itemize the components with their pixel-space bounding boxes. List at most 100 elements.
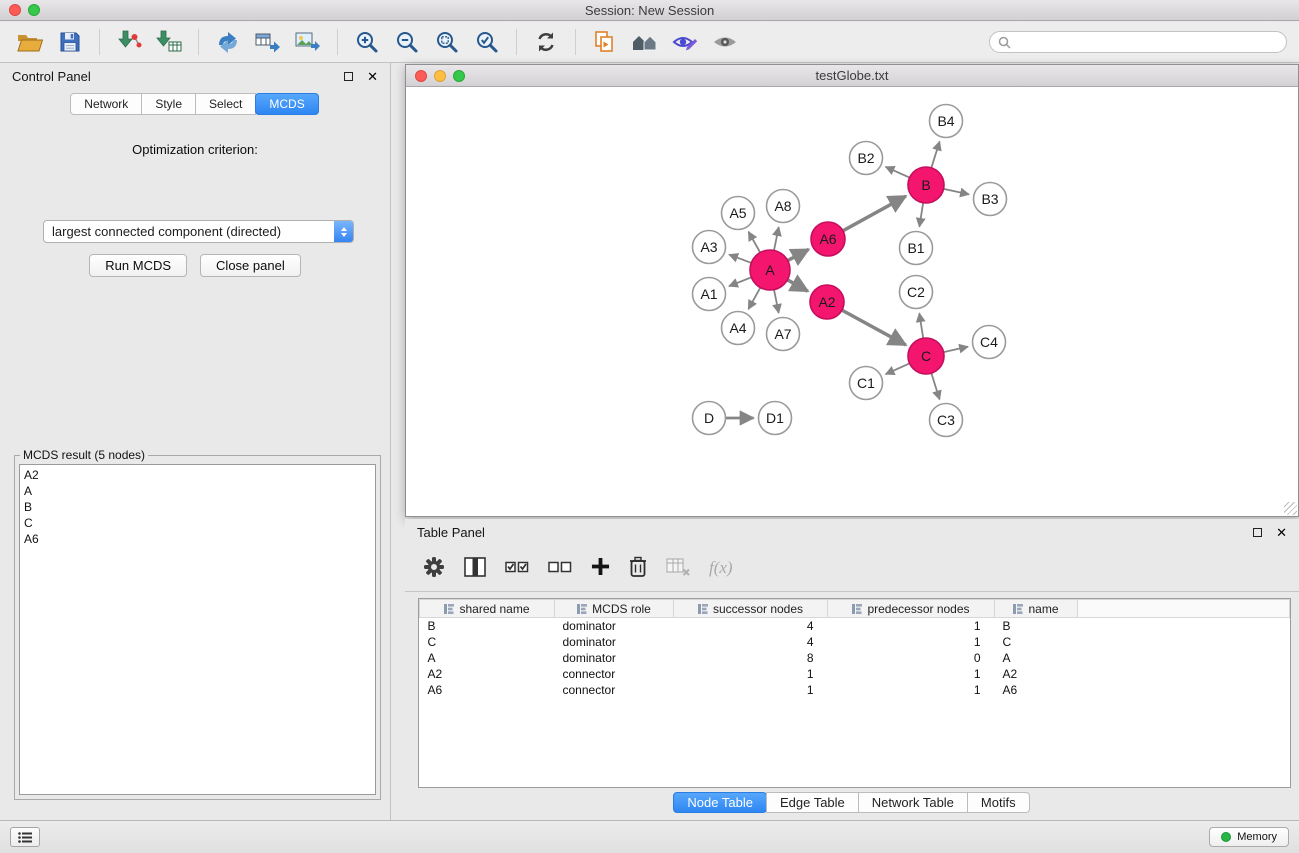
zoom-network-button[interactable] xyxy=(453,70,465,82)
tab-style[interactable]: Style xyxy=(141,93,196,115)
table-row[interactable]: Adominator80A xyxy=(420,650,1290,666)
home-button[interactable] xyxy=(627,26,663,58)
graph-edge[interactable] xyxy=(749,232,761,253)
function-builder-button[interactable]: f(x) xyxy=(709,558,733,578)
annotation-mode-button[interactable] xyxy=(667,26,703,58)
table-row[interactable]: A2connector11A2 xyxy=(420,666,1290,682)
new-network-button[interactable] xyxy=(210,26,246,58)
graph-node[interactable]: C1 xyxy=(850,367,883,400)
table-row[interactable]: Bdominator41B xyxy=(420,618,1290,635)
column-header-successor-nodes[interactable]: successor nodes xyxy=(674,600,828,618)
zoom-fit-button[interactable] xyxy=(429,26,465,58)
graph-node[interactable]: B4 xyxy=(930,105,963,138)
select-all-button[interactable] xyxy=(505,558,529,579)
table-settings-button[interactable] xyxy=(423,556,445,581)
graph-node[interactable]: C3 xyxy=(930,404,963,437)
delete-table-button[interactable] xyxy=(666,557,690,580)
show-hide-button[interactable] xyxy=(707,26,743,58)
resize-grip[interactable] xyxy=(1284,502,1297,515)
graph-node[interactable]: A xyxy=(750,250,790,290)
import-network-button[interactable] xyxy=(111,26,147,58)
graph-edge[interactable] xyxy=(886,363,910,374)
add-column-button[interactable] xyxy=(591,557,610,579)
graph-node[interactable]: A2 xyxy=(810,285,844,319)
network-canvas[interactable]: B4 B2 B B3 A5 A8 A6 B1 A3 A C2 A1 A2 A4 A7 C4 C C1 C3 D D1 xyxy=(406,88,1298,516)
graph-edge[interactable] xyxy=(843,196,906,231)
refresh-button[interactable] xyxy=(528,26,564,58)
graph-node[interactable]: A6 xyxy=(811,222,845,256)
graph-node[interactable]: A4 xyxy=(722,312,755,345)
close-panel-button[interactable]: Close panel xyxy=(200,254,301,277)
graph-node[interactable]: B1 xyxy=(900,232,933,265)
graph-node[interactable]: B3 xyxy=(974,183,1007,216)
mcds-result-item[interactable]: A xyxy=(20,483,375,499)
task-history-button[interactable] xyxy=(10,827,40,847)
graph-node[interactable]: C2 xyxy=(900,276,933,309)
graph-edge[interactable] xyxy=(886,167,910,178)
graph-node[interactable]: B2 xyxy=(850,142,883,175)
import-table-button[interactable] xyxy=(151,26,187,58)
column-header-MCDS-role[interactable]: MCDS role xyxy=(555,600,674,618)
graph-edge[interactable] xyxy=(787,280,807,291)
graph-edge[interactable] xyxy=(788,249,809,260)
delete-column-button[interactable] xyxy=(629,556,647,581)
tab-select[interactable]: Select xyxy=(195,93,256,115)
column-header-predecessor-nodes[interactable]: predecessor nodes xyxy=(828,600,995,618)
graph-node[interactable]: C xyxy=(908,338,944,374)
graph-node[interactable]: A1 xyxy=(693,278,726,311)
export-image-button[interactable] xyxy=(290,26,326,58)
graph-node[interactable]: B xyxy=(908,167,944,203)
mcds-result-list[interactable]: A2ABCA6 xyxy=(19,464,376,795)
graph-edge[interactable] xyxy=(748,288,760,310)
mcds-result-item[interactable]: A2 xyxy=(20,467,375,483)
graph-node[interactable]: D xyxy=(693,402,726,435)
graph-edge[interactable] xyxy=(729,277,751,286)
close-table-panel-icon[interactable]: ✕ xyxy=(1276,526,1287,539)
graph-node[interactable]: A3 xyxy=(693,231,726,264)
close-window-button[interactable] xyxy=(9,4,21,16)
graph-edge[interactable] xyxy=(919,203,923,227)
graph-node[interactable]: D1 xyxy=(759,402,792,435)
float-panel-icon[interactable] xyxy=(344,72,353,81)
run-mcds-button[interactable]: Run MCDS xyxy=(89,254,187,277)
graph-edge[interactable] xyxy=(931,142,939,168)
tab-node-table[interactable]: Node Table xyxy=(673,792,767,813)
node-table[interactable]: shared nameMCDS rolesuccessor nodesprede… xyxy=(418,598,1291,788)
zoom-selected-button[interactable] xyxy=(469,26,505,58)
save-session-button[interactable] xyxy=(52,26,88,58)
graph-node[interactable]: A7 xyxy=(767,318,800,351)
float-table-panel-icon[interactable] xyxy=(1253,528,1262,537)
copy-style-button[interactable] xyxy=(587,26,623,58)
mcds-result-item[interactable]: A6 xyxy=(20,531,375,547)
graph-edge[interactable] xyxy=(931,373,939,399)
minimize-network-button[interactable] xyxy=(434,70,446,82)
tab-network-table[interactable]: Network Table xyxy=(858,792,968,813)
memory-button[interactable]: Memory xyxy=(1209,827,1289,847)
graph-edge[interactable] xyxy=(774,290,779,313)
graph-edge[interactable] xyxy=(729,255,751,263)
export-table-button[interactable] xyxy=(250,26,286,58)
tab-mcds[interactable]: MCDS xyxy=(255,93,318,115)
graph-edge[interactable] xyxy=(919,313,923,338)
graph-edge[interactable] xyxy=(774,227,779,250)
zoom-out-button[interactable] xyxy=(389,26,425,58)
close-panel-icon[interactable]: ✕ xyxy=(367,70,378,83)
deselect-all-button[interactable] xyxy=(548,558,572,579)
graph-node[interactable]: A5 xyxy=(722,197,755,230)
tab-motifs[interactable]: Motifs xyxy=(967,792,1030,813)
tab-network[interactable]: Network xyxy=(70,93,142,115)
open-session-button[interactable] xyxy=(12,26,48,58)
graph-edge[interactable] xyxy=(842,310,906,345)
zoom-in-button[interactable] xyxy=(349,26,385,58)
graph-node[interactable]: C4 xyxy=(973,326,1006,359)
table-row[interactable]: Cdominator41C xyxy=(420,634,1290,650)
column-header-shared-name[interactable]: shared name xyxy=(420,600,555,618)
zoom-window-button[interactable] xyxy=(28,4,40,16)
graph-node[interactable]: A8 xyxy=(767,190,800,223)
graph-edge[interactable] xyxy=(944,189,969,195)
column-header-name[interactable]: name xyxy=(995,600,1078,618)
tab-edge-table[interactable]: Edge Table xyxy=(766,792,859,813)
search-input[interactable] xyxy=(1016,35,1278,49)
mcds-result-item[interactable]: C xyxy=(20,515,375,531)
table-row[interactable]: A6connector11A6 xyxy=(420,682,1290,698)
